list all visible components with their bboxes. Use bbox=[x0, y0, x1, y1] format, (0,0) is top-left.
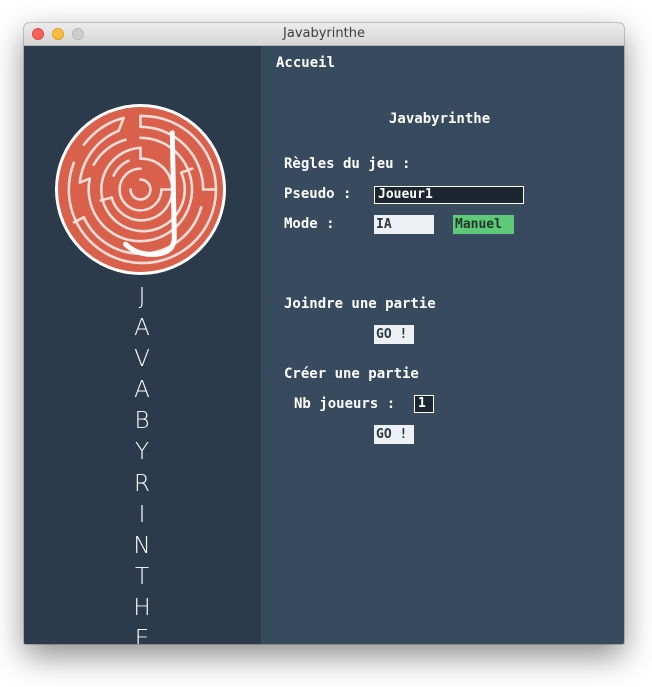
pseudo-label: Pseudo : bbox=[284, 186, 352, 202]
players-count-label: Nb joueurs : bbox=[294, 396, 396, 412]
title-letter: N bbox=[133, 532, 151, 559]
title-letter: H bbox=[133, 594, 151, 621]
maze-logo-icon bbox=[54, 103, 227, 276]
page-title: Javabyrinthe bbox=[389, 111, 491, 127]
join-game-label: Joindre une partie bbox=[284, 296, 436, 312]
title-letter: A bbox=[134, 315, 150, 342]
title-letter: A bbox=[134, 377, 150, 404]
vertical-app-title: J A V A B Y R I N T H E bbox=[122, 282, 162, 644]
title-letter: B bbox=[134, 408, 150, 435]
title-letter: E bbox=[134, 626, 150, 644]
title-letter: V bbox=[134, 346, 150, 373]
title-bar[interactable]: Javabyrinthe bbox=[24, 23, 624, 46]
title-letter: J bbox=[138, 284, 146, 310]
pseudo-input[interactable]: Joueur1 bbox=[374, 186, 524, 204]
title-letter: Y bbox=[134, 439, 150, 466]
create-game-label: Créer une partie bbox=[284, 366, 419, 382]
players-count-input[interactable]: 1 bbox=[414, 395, 434, 413]
create-go-button[interactable]: GO ! bbox=[374, 425, 414, 444]
mode-manual-button[interactable]: Manuel bbox=[453, 215, 514, 234]
mode-ia-button[interactable]: IA bbox=[374, 215, 434, 234]
app-window: Javabyrinthe J A V A B Y R I N T H E Acc… bbox=[24, 23, 624, 644]
main-panel: Accueil Javabyrinthe Règles du jeu : Pse… bbox=[261, 46, 624, 644]
home-link[interactable]: Accueil bbox=[276, 55, 335, 71]
rules-label[interactable]: Règles du jeu : bbox=[284, 156, 410, 172]
title-letter: T bbox=[134, 563, 150, 590]
mode-label: Mode : bbox=[284, 216, 335, 232]
window-title: Javabyrinthe bbox=[283, 26, 365, 41]
title-letter: R bbox=[134, 470, 150, 497]
title-letter: I bbox=[138, 501, 146, 528]
sidebar: J A V A B Y R I N T H E bbox=[24, 46, 261, 644]
join-go-button[interactable]: GO ! bbox=[374, 325, 414, 344]
